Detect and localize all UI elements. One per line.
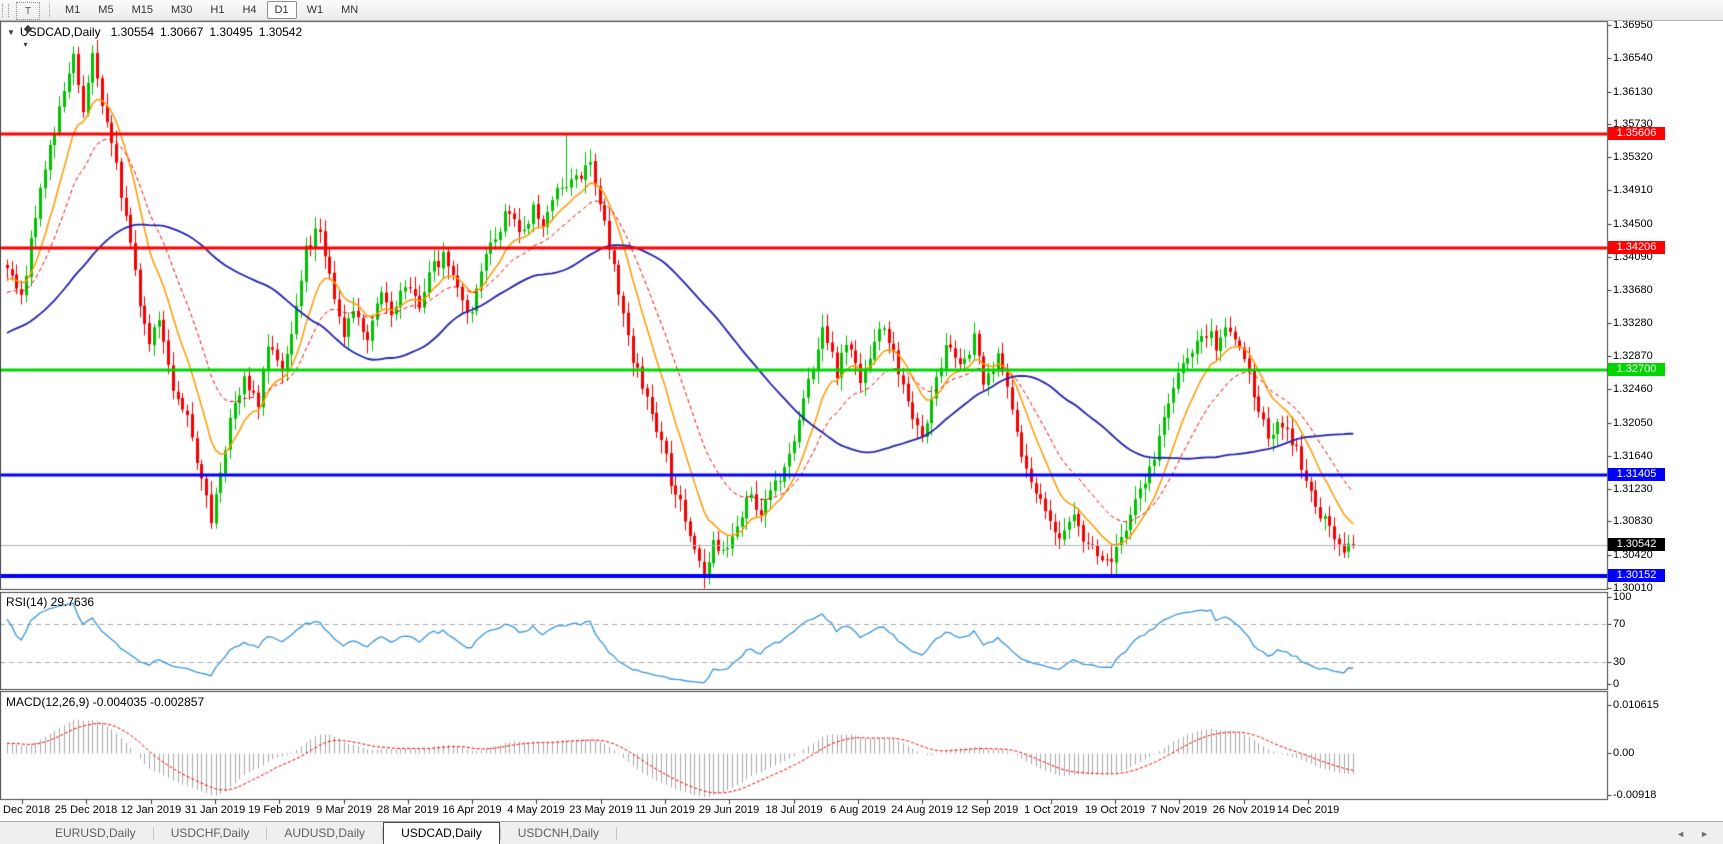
date-axis-label: 4 May 2019 <box>507 804 564 816</box>
chart-tab-audusd[interactable]: AUDUSD,Daily <box>267 822 382 844</box>
timeframe-button-d1[interactable]: D1 <box>267 1 297 19</box>
chart-tab-usdchf[interactable]: USDCHF,Daily <box>154 822 267 844</box>
timeframe-buttons-group: M1M5M15M30H1H4D1W1MN <box>56 4 367 16</box>
rsi-axis-label: 70 <box>1613 618 1625 630</box>
arrows-tool-icon[interactable]: ◆ <box>16 20 40 36</box>
date-axis-label: 6 Dec 2018 <box>0 804 50 816</box>
drawing-tools-group: FAT◆▾ <box>13 0 43 52</box>
tab-scroll-controls: ◄ ► <box>1676 822 1723 844</box>
current-price-badge: 1.30542 <box>1608 538 1665 551</box>
timeframe-button-h4[interactable]: H4 <box>234 1 264 19</box>
date-axis-label: 28 Mar 2019 <box>377 804 439 816</box>
ohlc-close: 1.30542 <box>259 25 302 39</box>
label-tool-icon[interactable]: T <box>16 2 40 20</box>
ohlc-low: 1.30495 <box>209 25 252 39</box>
rsi-indicator-label: RSI(14) 29.7636 <box>6 595 94 609</box>
timeframe-button-mn[interactable]: MN <box>333 1 366 19</box>
date-axis-label: 24 Aug 2019 <box>891 804 953 816</box>
price-axis-label: 1.34910 <box>1613 184 1653 196</box>
timeframe-button-h1[interactable]: H1 <box>202 1 232 19</box>
ohlc-high: 1.30667 <box>160 25 203 39</box>
toolbar-separator <box>49 3 50 18</box>
ohlc-open: 1.30554 <box>111 25 154 39</box>
level-price-badge: 1.34206 <box>1608 241 1665 254</box>
price-axis-label: 1.31230 <box>1613 483 1653 495</box>
date-axis-label: 11 Jun 2019 <box>635 804 695 816</box>
level-price-badge: 1.35606 <box>1608 127 1665 140</box>
date-axis-label: 23 May 2019 <box>569 804 633 816</box>
date-axis-label: 7 Nov 2019 <box>1151 804 1207 816</box>
macd-axis-label: 0.010615 <box>1613 699 1659 711</box>
price-axis-label: 1.36540 <box>1613 52 1653 64</box>
chart-tabs: EURUSD,DailyUSDCHF,DailyAUDUSD,DailyUSDC… <box>38 822 616 844</box>
date-axis-label: 31 Jan 2019 <box>185 804 246 816</box>
tab-separator <box>616 827 617 840</box>
level-price-badge: 1.30152 <box>1608 569 1665 582</box>
price-axis-label: 1.33680 <box>1613 284 1653 296</box>
date-axis-label: 16 Apr 2019 <box>442 804 501 816</box>
date-axis-label: 12 Jan 2019 <box>121 804 182 816</box>
price-axis-label: 1.35320 <box>1613 151 1653 163</box>
timeframe-button-m5[interactable]: M5 <box>90 1 121 19</box>
price-axis-label: 1.33280 <box>1613 317 1653 329</box>
tab-scroll-left-icon[interactable]: ◄ <box>1676 829 1685 839</box>
price-axis-label: 1.32870 <box>1613 350 1653 362</box>
macd-axis-label: -0.00918 <box>1613 789 1656 801</box>
timeframe-button-w1[interactable]: W1 <box>299 1 332 19</box>
level-price-badge: 1.31405 <box>1608 468 1665 481</box>
chart-tab-usdcnh[interactable]: USDCNH,Daily <box>501 822 616 844</box>
tab-scroll-right-icon[interactable]: ► <box>1700 829 1709 839</box>
price-axis-label: 1.34500 <box>1613 218 1653 230</box>
date-axis-label: 19 Feb 2019 <box>248 804 310 816</box>
price-axis-label: 1.32460 <box>1613 383 1653 395</box>
date-axis-label: 25 Dec 2018 <box>55 804 117 816</box>
chart-tab-bar: EURUSD,DailyUSDCHF,DailyAUDUSD,DailyUSDC… <box>0 821 1723 844</box>
chart-title[interactable]: ▼USDCAD,Daily1.305541.306671.304951.3054… <box>7 25 308 39</box>
trading-terminal: FAT◆▾ M1M5M15M30H1H4D1W1MN ▼USDCAD,Daily… <box>0 0 1723 844</box>
price-axis-label: 1.32050 <box>1613 417 1653 429</box>
date-axis-label: 19 Oct 2019 <box>1085 804 1145 816</box>
macd-indicator-label: MACD(12,26,9) -0.004035 -0.002857 <box>6 695 204 709</box>
toolbar-grip[interactable] <box>2 4 9 17</box>
macd-axis-label: 0.00 <box>1613 747 1634 759</box>
chart-tab-eurusd[interactable]: EURUSD,Daily <box>38 822 153 844</box>
date-axis-label: 6 Aug 2019 <box>830 804 886 816</box>
top-toolbar: FAT◆▾ M1M5M15M30H1H4D1W1MN <box>0 0 1723 21</box>
timeframe-button-m15[interactable]: M15 <box>124 1 161 19</box>
price-axis-label: 1.36130 <box>1613 86 1653 98</box>
date-axis-label: 12 Sep 2019 <box>956 804 1018 816</box>
level-price-badge: 1.32700 <box>1608 363 1665 376</box>
date-axis-label: 29 Jun 2019 <box>699 804 760 816</box>
rsi-axis-label: 0 <box>1613 678 1619 690</box>
date-axis-label: 14 Dec 2019 <box>1277 804 1339 816</box>
price-chart-canvas[interactable] <box>0 0 1723 844</box>
price-axis-label: 1.31640 <box>1613 450 1653 462</box>
price-axis-label: 1.30830 <box>1613 515 1653 527</box>
date-axis-label: 1 Oct 2019 <box>1024 804 1078 816</box>
chart-tab-usdcad[interactable]: USDCAD,Daily <box>383 822 500 844</box>
rsi-axis-label: 100 <box>1613 591 1631 603</box>
date-axis-label: 9 Mar 2019 <box>316 804 372 816</box>
arrows-dropdown-icon[interactable]: ▾ <box>11 36 40 52</box>
rsi-axis-label: 30 <box>1613 656 1625 668</box>
timeframe-button-m1[interactable]: M1 <box>57 1 88 19</box>
date-axis-label: 18 Jul 2019 <box>766 804 823 816</box>
timeframe-button-m30[interactable]: M30 <box>163 1 200 19</box>
date-axis-label: 26 Nov 2019 <box>1213 804 1275 816</box>
